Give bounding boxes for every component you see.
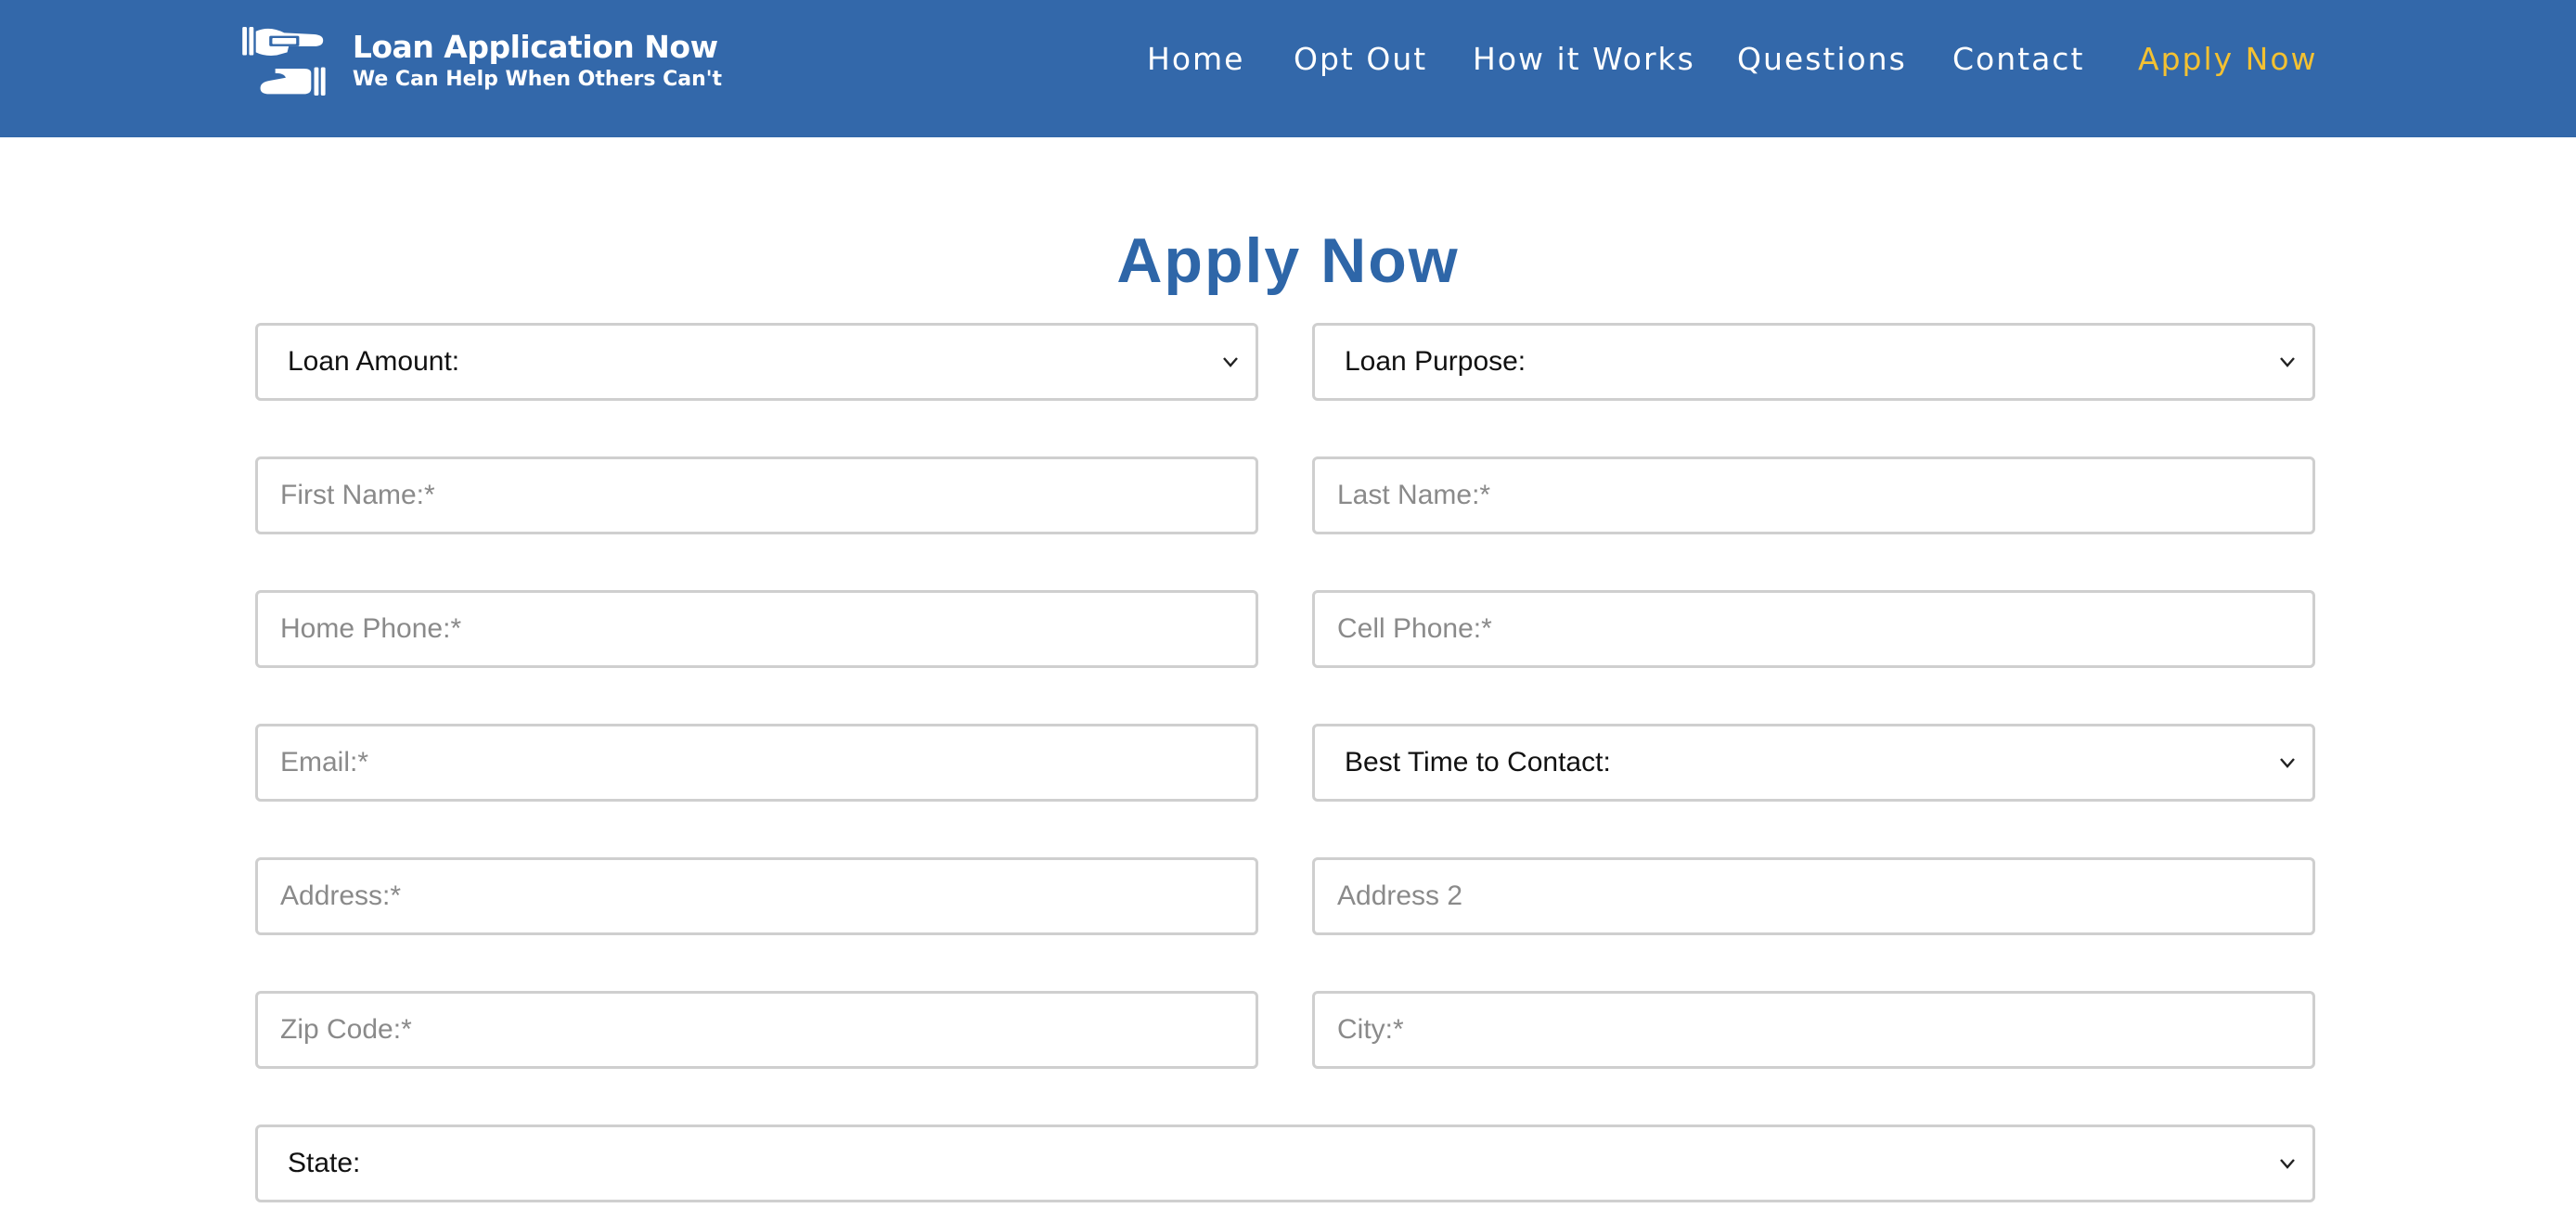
loan-amount-value: Loan Amount: — [288, 346, 460, 377]
city-input[interactable] — [1315, 994, 2312, 1066]
cell-phone-wrapper — [1312, 590, 2315, 668]
nav-item-apply-now[interactable]: Apply Now — [2138, 33, 2318, 85]
main-nav: Home Opt Out How it Works Questions Cont… — [0, 33, 2576, 85]
first-name-input[interactable] — [258, 459, 1256, 532]
first-name-wrapper — [255, 456, 1258, 534]
address2-wrapper — [1312, 857, 2315, 935]
best-time-value: Best Time to Contact: — [1345, 747, 1611, 778]
zip-code-input[interactable] — [258, 994, 1256, 1066]
chevron-down-icon — [2280, 357, 2295, 367]
address-input[interactable] — [258, 860, 1256, 932]
city-wrapper — [1312, 991, 2315, 1069]
nav-item-contact[interactable]: Contact — [1952, 33, 2084, 85]
chevron-down-icon — [1223, 357, 1238, 367]
loan-purpose-value: Loan Purpose: — [1345, 346, 1526, 377]
home-phone-wrapper — [255, 590, 1258, 668]
address-wrapper — [255, 857, 1258, 935]
nav-item-opt-out[interactable]: Opt Out — [1294, 33, 1427, 85]
last-name-input[interactable] — [1315, 459, 2312, 532]
state-value: State: — [288, 1148, 361, 1178]
chevron-down-icon — [2280, 758, 2295, 768]
home-phone-input[interactable] — [258, 593, 1256, 665]
nav-item-how-it-works[interactable]: How it Works — [1473, 33, 1695, 85]
best-time-select[interactable]: Best Time to Contact: — [1312, 724, 2315, 802]
email-wrapper — [255, 724, 1258, 802]
zip-wrapper — [255, 991, 1258, 1069]
nav-item-home[interactable]: Home — [1147, 33, 1244, 85]
last-name-wrapper — [1312, 456, 2315, 534]
state-select[interactable]: State: — [255, 1125, 2315, 1202]
cell-phone-input[interactable] — [1315, 593, 2312, 665]
page-title: Apply Now — [1116, 225, 1460, 296]
nav-item-questions[interactable]: Questions — [1737, 33, 1907, 85]
loan-amount-select[interactable]: Loan Amount: — [255, 323, 1258, 401]
site-header: Loan Application Now We Can Help When Ot… — [0, 0, 2576, 137]
address2-input[interactable] — [1315, 860, 2312, 932]
chevron-down-icon — [2280, 1159, 2295, 1169]
loan-purpose-select[interactable]: Loan Purpose: — [1312, 323, 2315, 401]
email-input[interactable] — [258, 726, 1256, 799]
